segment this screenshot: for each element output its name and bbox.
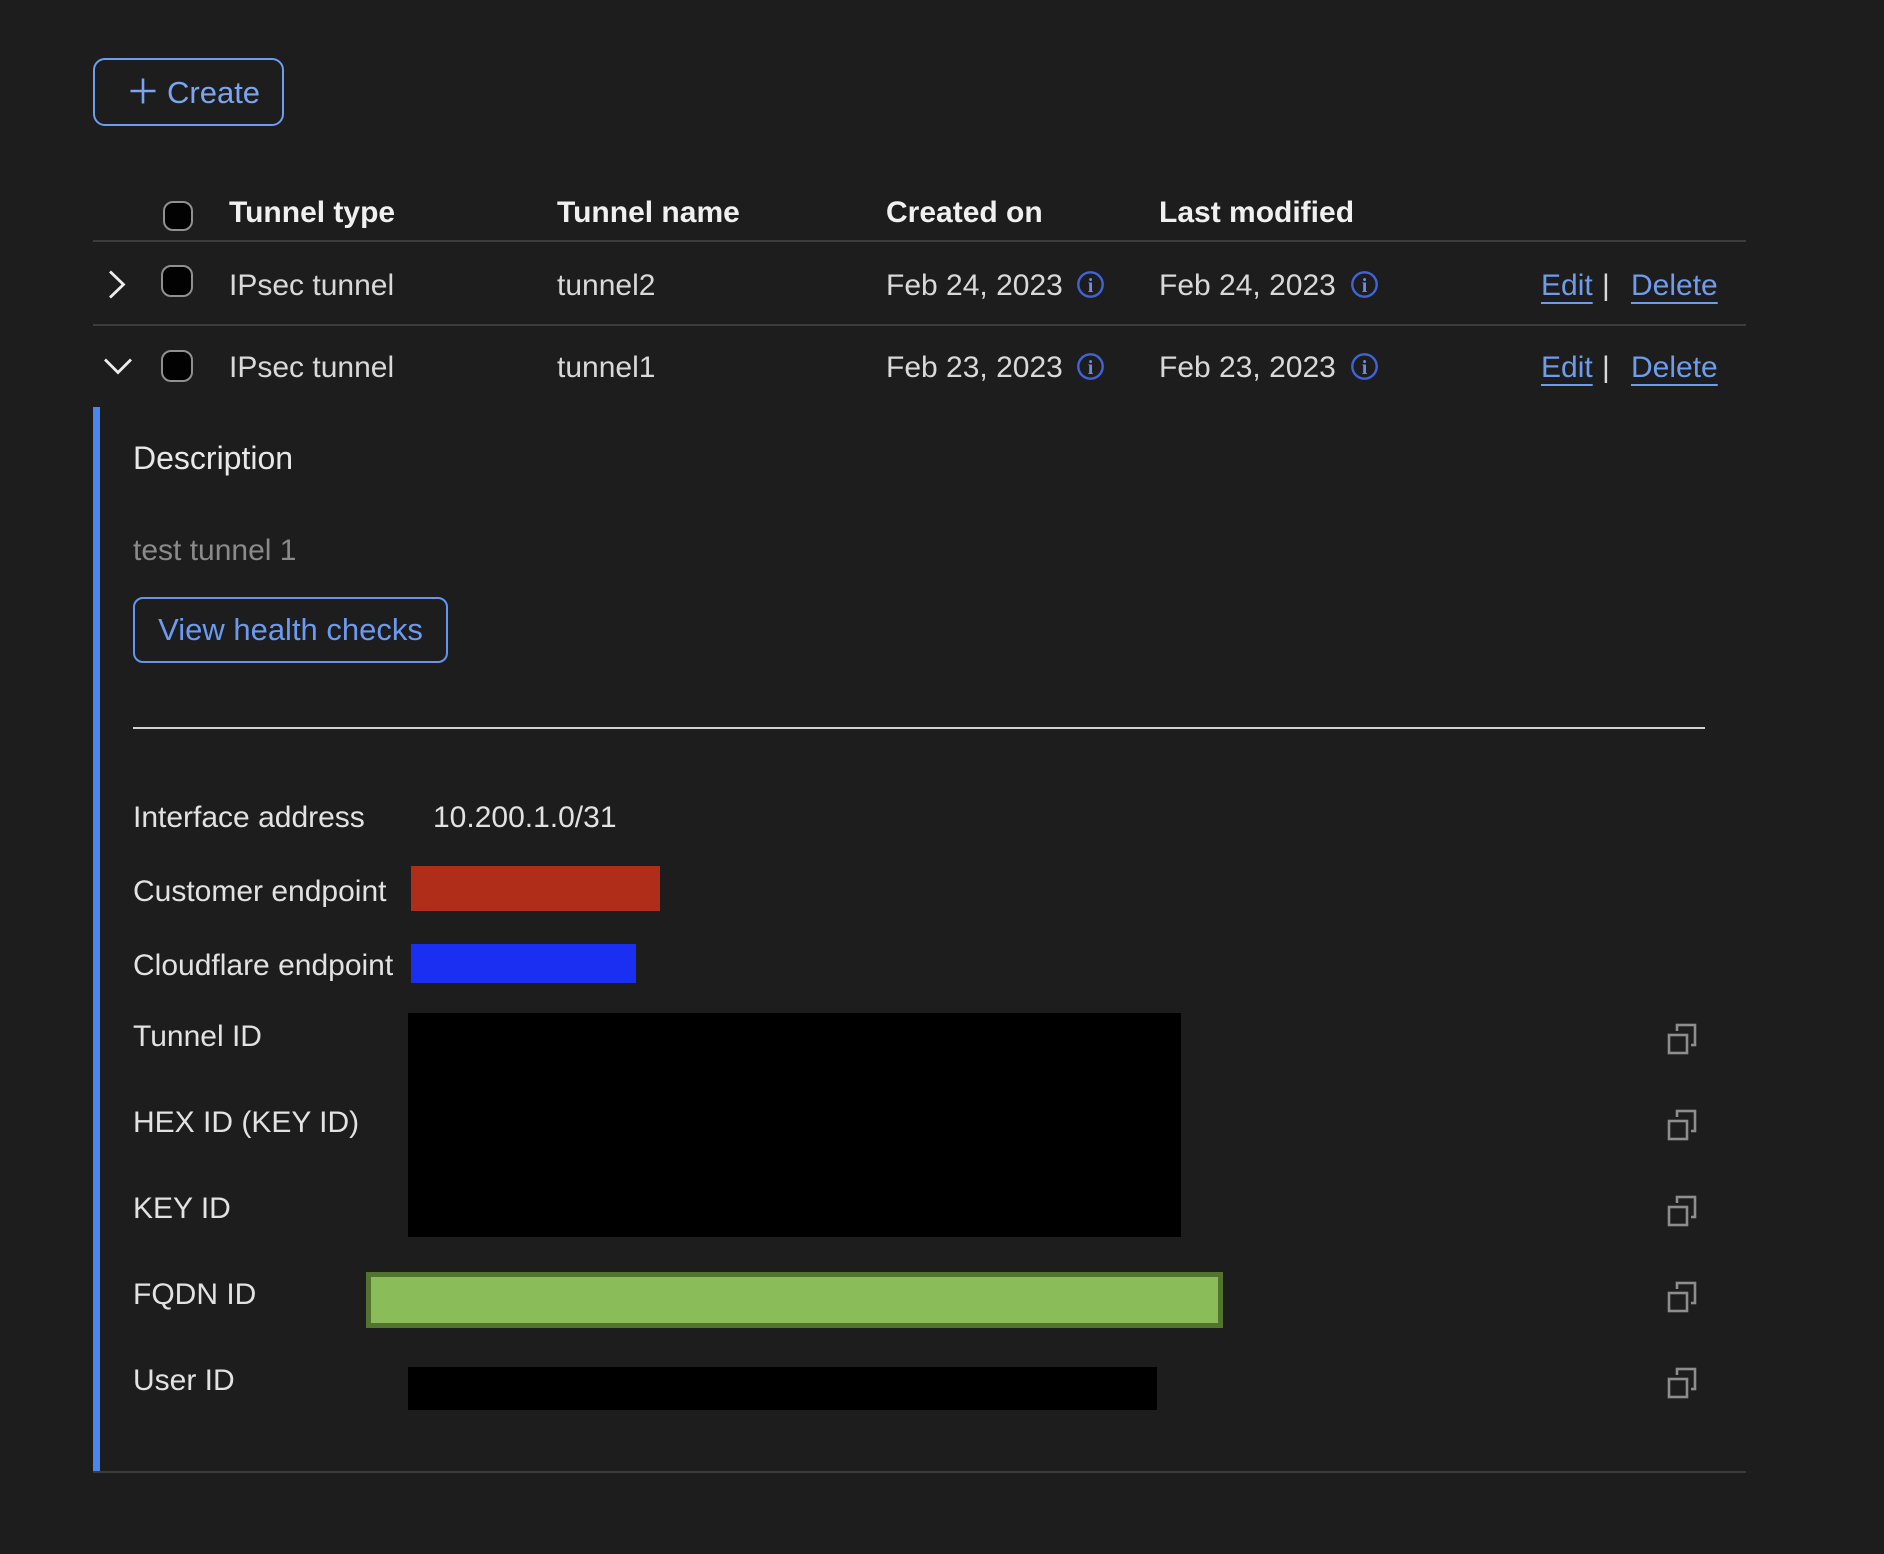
svg-text:i: i (1362, 357, 1368, 379)
svg-text:i: i (1362, 275, 1368, 297)
svg-text:i: i (1088, 275, 1094, 297)
svg-text:i: i (1088, 357, 1094, 379)
